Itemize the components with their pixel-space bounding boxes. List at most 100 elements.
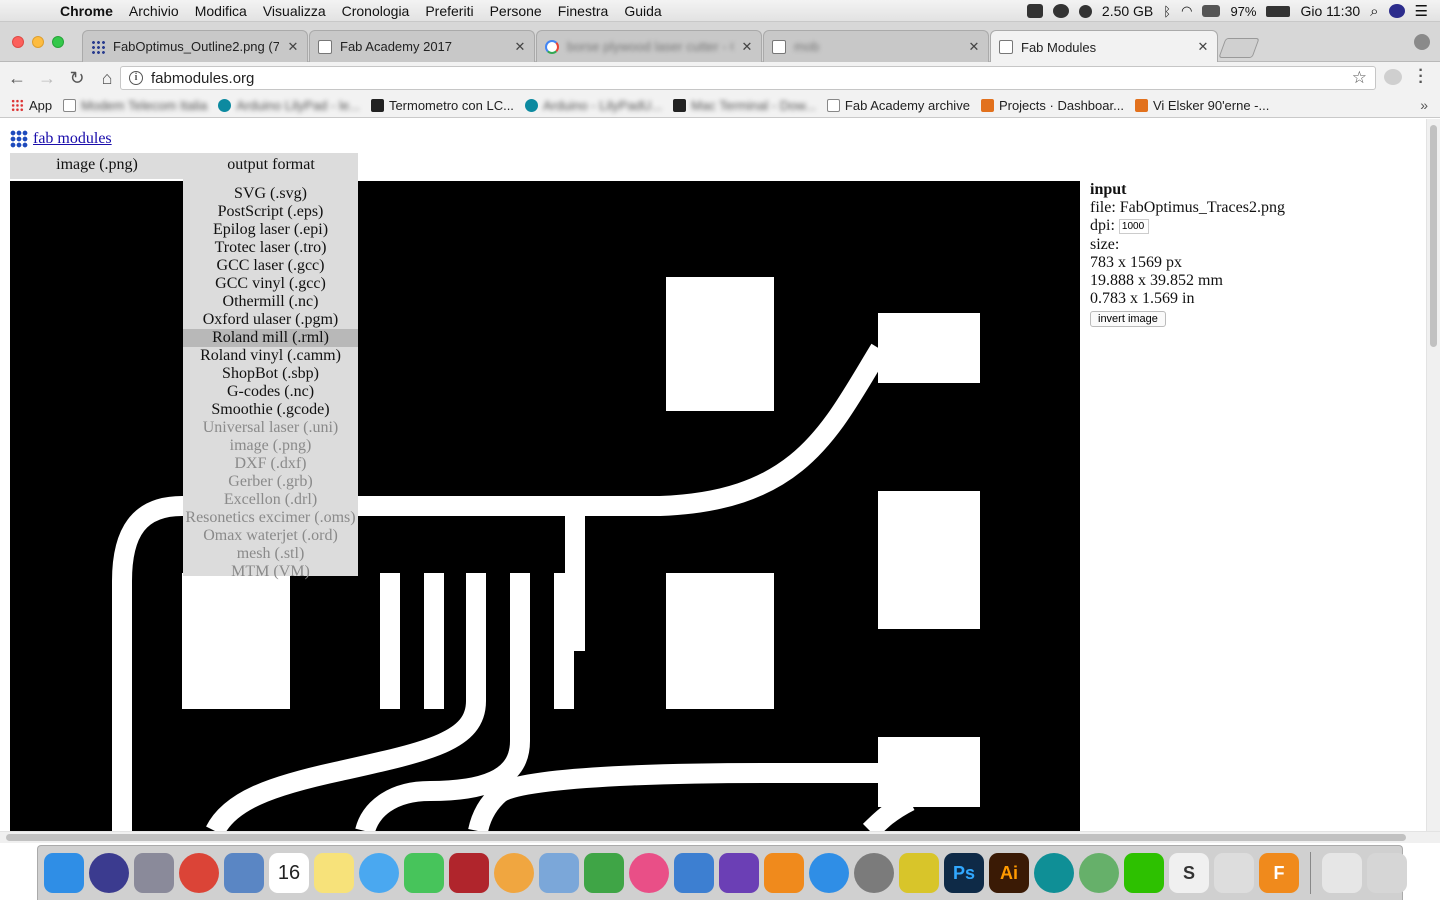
trash-icon[interactable]: [1367, 853, 1407, 893]
system-preferences-icon[interactable]: [854, 853, 894, 893]
output-format-option[interactable]: G-codes (.nc): [183, 383, 358, 401]
close-tab-icon[interactable]: ✕: [741, 39, 753, 55]
address-bar[interactable]: i fabmodules.org ☆: [120, 66, 1376, 90]
bookmark-apps[interactable]: App: [11, 98, 52, 113]
bookmark-termometro[interactable]: Termometro con LC...: [370, 98, 514, 113]
site-info-icon[interactable]: i: [129, 71, 143, 85]
chrome-menu-icon[interactable]: · · ·: [1414, 63, 1428, 91]
output-format-option[interactable]: Roland vinyl (.camm): [183, 347, 358, 365]
notification-center-icon[interactable]: ☰: [1415, 2, 1428, 20]
output-format-option[interactable]: SVG (.svg): [183, 185, 358, 203]
menu-archivio[interactable]: Archivio: [129, 3, 179, 19]
calendar-icon[interactable]: 16: [269, 853, 309, 893]
airplay-icon[interactable]: [1202, 5, 1221, 17]
close-tab-icon[interactable]: ✕: [287, 39, 299, 55]
dropbox-icon[interactable]: [1026, 4, 1043, 18]
tab-faboptimus-outline[interactable]: FabOptimus_Outline2.png (78 ✕: [82, 30, 308, 62]
close-tab-icon[interactable]: ✕: [968, 39, 980, 55]
output-format-option[interactable]: Smoothie (.gcode): [183, 401, 358, 419]
photo-booth-icon[interactable]: [449, 853, 489, 893]
output-format-menu[interactable]: output format: [184, 156, 358, 174]
menu-cronologia[interactable]: Cronologia: [342, 3, 410, 19]
photos-icon[interactable]: [494, 853, 534, 893]
output-format-option[interactable]: Epilog laser (.epi): [183, 221, 358, 239]
tab-google-search[interactable]: borse plywood laser cutter - G ✕: [536, 30, 762, 62]
bookmark-vi-elsker[interactable]: Vi Elsker 90'erne -...: [1134, 98, 1269, 113]
wifi-icon[interactable]: ◠: [1181, 3, 1192, 19]
dpi-input[interactable]: [1118, 219, 1149, 235]
close-tab-icon[interactable]: ✕: [1197, 39, 1209, 55]
app-store-icon[interactable]: [809, 853, 849, 893]
vertical-scroll-thumb[interactable]: [1430, 125, 1437, 347]
output-format-option[interactable]: Othermill (.nc): [183, 293, 358, 311]
wechat-icon[interactable]: [1124, 853, 1164, 893]
new-tab-button[interactable]: [1218, 38, 1260, 58]
menu-persone[interactable]: Persone: [490, 3, 542, 19]
spotlight-icon[interactable]: ⌕: [1370, 3, 1378, 20]
ibooks-icon[interactable]: [764, 853, 804, 893]
output-format-option[interactable]: GCC vinyl (.gcc): [183, 275, 358, 293]
arduino-icon[interactable]: [1034, 853, 1074, 893]
finder-icon[interactable]: [44, 853, 84, 893]
menu-app-name[interactable]: Chrome: [60, 3, 113, 19]
menu-guida[interactable]: Guida: [624, 3, 661, 19]
keynote-icon[interactable]: [674, 853, 714, 893]
sublime-icon[interactable]: S: [1169, 853, 1209, 893]
scripting-icon[interactable]: [1214, 853, 1254, 893]
close-tab-icon[interactable]: ✕: [514, 39, 526, 55]
extension-icon[interactable]: [1384, 69, 1402, 85]
tab-mob[interactable]: mob ✕: [763, 30, 989, 62]
output-format-option[interactable]: ShopBot (.sbp): [183, 365, 358, 383]
bookmark-fab-academy-archive[interactable]: Fab Academy archive: [826, 98, 970, 113]
close-window-button[interactable]: [12, 36, 24, 48]
battery-icon[interactable]: [1266, 5, 1291, 17]
bookmark-arduino-lilypadu[interactable]: Arduino - LilyPadU...: [524, 98, 662, 113]
keynote-docs-icon[interactable]: [539, 853, 579, 893]
bluetooth-icon[interactable]: ᛒ: [1163, 4, 1171, 19]
horizontal-scroll-thumb[interactable]: [6, 834, 1406, 841]
back-icon[interactable]: ←: [4, 65, 30, 91]
atom-icon[interactable]: [1079, 853, 1119, 893]
vertical-scrollbar[interactable]: [1426, 119, 1440, 831]
bookmark-star-icon[interactable]: ☆: [1352, 68, 1367, 88]
battery-percent[interactable]: 97%: [1230, 4, 1256, 19]
disk-monitor-icon[interactable]: [1078, 4, 1092, 18]
fontforge-icon[interactable]: [899, 853, 939, 893]
menu-visualizza[interactable]: Visualizza: [263, 3, 326, 19]
bookmark-projects-dashboard[interactable]: Projects · Dashboar...: [980, 98, 1124, 113]
output-format-option[interactable]: Trotec laser (.tro): [183, 239, 358, 257]
more-bookmarks-icon[interactable]: »: [1420, 97, 1428, 113]
clock[interactable]: Gio 11:30: [1300, 3, 1360, 19]
bookmark-arduino-lilypad[interactable]: Arduino LilyPad - le...: [218, 98, 360, 113]
facetime-icon[interactable]: [404, 853, 444, 893]
input-format-menu[interactable]: image (.png): [10, 156, 184, 174]
forward-icon[interactable]: →: [34, 65, 60, 91]
tab-fab-modules[interactable]: Fab Modules ✕: [990, 30, 1218, 63]
imovie-icon[interactable]: [719, 853, 759, 893]
bookmark-mac-terminal[interactable]: Mac Terminal - Dow...: [673, 98, 816, 113]
menu-finestra[interactable]: Finestra: [558, 3, 609, 19]
numbers-icon[interactable]: [584, 853, 624, 893]
fab-modules-link[interactable]: fab modules: [33, 130, 112, 148]
menu-preferiti[interactable]: Preferiti: [425, 3, 473, 19]
output-format-option[interactable]: PostScript (.eps): [183, 203, 358, 221]
chat-icon[interactable]: [1052, 4, 1069, 18]
illustrator-icon[interactable]: Ai: [989, 853, 1029, 893]
fusion360-icon[interactable]: F: [1259, 853, 1299, 893]
siri-icon[interactable]: [89, 853, 129, 893]
invert-image-button[interactable]: invert image: [1090, 311, 1166, 328]
messages-icon[interactable]: [359, 853, 399, 893]
itunes-icon[interactable]: [629, 853, 669, 893]
output-format-option[interactable]: Oxford ulaser (.pgm): [183, 311, 358, 329]
reload-icon[interactable]: ↻: [64, 65, 90, 91]
maximize-window-button[interactable]: [52, 36, 64, 48]
preview-icon[interactable]: [224, 853, 264, 893]
output-format-option[interactable]: Roland mill (.rml): [183, 329, 358, 347]
minimize-window-button[interactable]: [32, 36, 44, 48]
tab-fab-academy-2017[interactable]: Fab Academy 2017 ✕: [309, 30, 535, 62]
siri-menu-icon[interactable]: [1388, 4, 1405, 18]
chrome-icon[interactable]: [179, 853, 219, 893]
downloads-stack-icon[interactable]: [1322, 853, 1362, 893]
output-format-option[interactable]: GCC laser (.gcc): [183, 257, 358, 275]
storage-status[interactable]: 2.50 GB: [1102, 3, 1153, 19]
